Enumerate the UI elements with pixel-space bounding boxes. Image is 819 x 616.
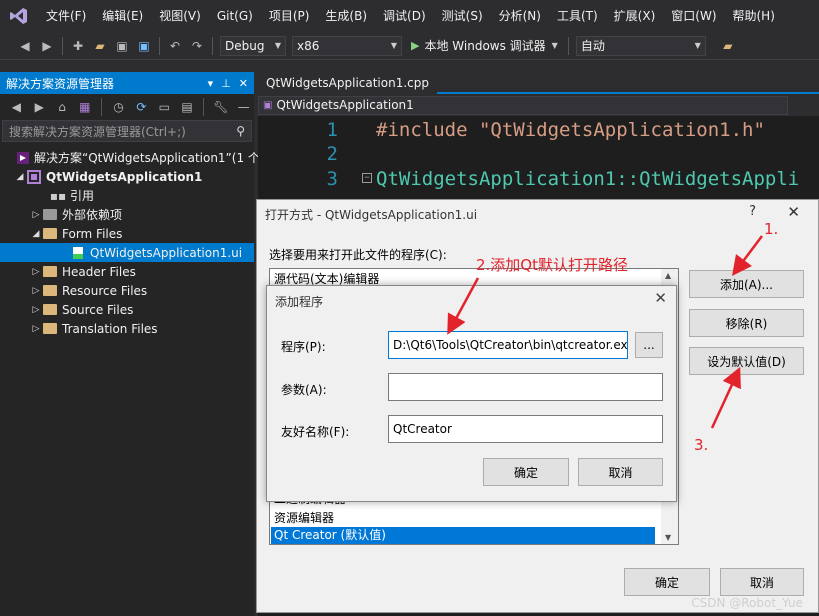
watermark: CSDN @Robot_Yue: [691, 596, 803, 610]
annotation-step3: 3.: [694, 436, 709, 454]
annotation-step1: 1.: [764, 220, 779, 238]
annotation-step2: 2.添加Qt默认打开路径: [476, 256, 629, 274]
annotation-arrows: [447, 235, 763, 429]
